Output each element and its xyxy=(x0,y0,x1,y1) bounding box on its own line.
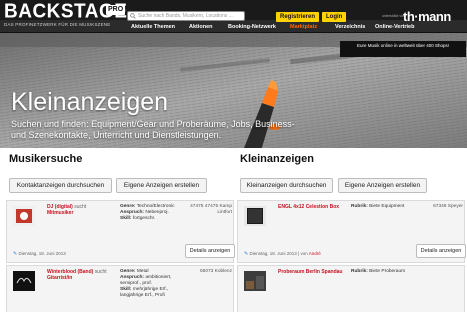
page: Kleinanzeigen Suchen und finden: Equipme… xyxy=(0,0,467,312)
pin-icon: ✎ xyxy=(244,251,249,257)
ad-location: 56073 Koblenz xyxy=(199,269,232,274)
genre-value: Metal xyxy=(136,269,149,274)
kleinanzeigen-durchsuchen-button[interactable]: Kleinanzeigen durchsuchen xyxy=(240,178,333,193)
ad-date: ✎ Dienstag, 18. Juni 2013 xyxy=(13,251,66,257)
ad-thumbnail[interactable] xyxy=(13,206,35,226)
logo-tagline: DAS PROFINETZWERK FÜR DIE MUSIKSZENE xyxy=(4,22,111,27)
search-placeholder: Suche nach Bands, Musikern, Locations ..… xyxy=(138,13,233,19)
ad-title[interactable]: Proberaum Berlin Spandau xyxy=(278,269,350,275)
ad-wanted[interactable]: Mitmusiker xyxy=(47,210,73,216)
ad-details: Genre: Techno/Electronic Anspruch: Neben… xyxy=(120,204,182,222)
ad-date: ✎ Dienstag, 18. Juni 2013 | von André xyxy=(244,251,321,257)
ad-details: Rubrik: Biete Equipment xyxy=(351,204,413,210)
logo-pro-badge: PRO xyxy=(106,5,126,15)
ad-wanted[interactable]: Gitarrist/in xyxy=(47,275,72,281)
hero-description: Suchen und finden: Equipment/Gear und Pr… xyxy=(11,119,295,140)
nav-booking-netzwerk[interactable]: Booking-Netzwerk xyxy=(228,21,276,33)
band-avatar-image xyxy=(13,271,35,291)
rubrik-label: Rubrik: xyxy=(351,269,368,274)
genre-label: Genre: xyxy=(120,204,136,209)
skill-label: Skill: xyxy=(120,216,132,221)
musiker-ad-card[interactable]: Winterblood (Band) sucht Gitarrist/in Ge… xyxy=(6,265,234,312)
musikersuche-title: Musikersuche xyxy=(9,153,83,165)
ad-date-text: Dienstag, 18. Juni 2013 xyxy=(18,251,66,256)
ad-details: Rubrik: Biete Proberaum xyxy=(351,269,413,275)
kleinanzeige-card[interactable]: ENGL 4x12 Celestion Box Rubrik: Biete Eq… xyxy=(237,200,466,263)
kleinanzeigen-title: Kleinanzeigen xyxy=(240,153,314,165)
dj-avatar-image xyxy=(13,206,35,226)
anspruch-label: Anspruch: xyxy=(120,210,144,215)
ad-by-prefix: von xyxy=(300,251,308,256)
anspruch-label: Anspruch: xyxy=(120,275,144,280)
ad-thumbnail[interactable] xyxy=(244,206,266,226)
kleinanzeige-card[interactable]: Proberaum Berlin Spandau Rubrik: Biete P… xyxy=(237,265,465,312)
ad-thumbnail[interactable] xyxy=(244,271,266,291)
rubrik-label: Rubrik: xyxy=(351,204,368,209)
rubrik-value: Biete Proberaum xyxy=(369,269,406,274)
ad-details: Genre: Metal Anspruch: ambitioniert, sem… xyxy=(120,269,182,299)
nav-online-vertrieb[interactable]: Online-Vertrieb xyxy=(375,21,414,33)
ad-location: 67346 Speyer xyxy=(433,204,463,209)
ad-item-title[interactable]: ENGL 4x12 Celestion Box xyxy=(278,204,339,210)
anspruch-value: Nebenproj. xyxy=(145,210,169,215)
nav-aktionen[interactable]: Aktionen xyxy=(189,21,213,33)
kontaktanzeigen-durchsuchen-button[interactable]: Kontaktanzeigen durchsuchen xyxy=(9,178,112,193)
ad-item-title[interactable]: Proberaum Berlin Spandau xyxy=(278,269,342,275)
nav-aktuelle-themen[interactable]: Aktuelle Themen xyxy=(131,21,175,33)
search-icon xyxy=(130,13,136,19)
musiker-ad-card[interactable]: DJ (digital) sucht Mitmusiker Genre: Tec… xyxy=(6,200,235,263)
rubrik-value: Biete Equipment xyxy=(369,204,405,209)
pin-icon: ✎ xyxy=(13,251,18,257)
nav-verzeichnis[interactable]: Verzeichnis xyxy=(335,21,365,33)
genre-label: Genre: xyxy=(120,269,136,274)
sponsor-caption: unterstützt von xyxy=(382,14,405,18)
genre-value: Techno/Electronic xyxy=(136,204,175,209)
ad-date-text: Dienstag, 18. Juni 2013 xyxy=(249,251,297,256)
site-logo[interactable]: BACKSTAGE PRO DAS PROFINETZWERK FÜR DIE … xyxy=(4,2,128,30)
ad-title[interactable]: ENGL 4x12 Celestion Box xyxy=(278,204,350,210)
ad-location: 47475 47475 Kamp Lintfort xyxy=(190,204,232,215)
details-button[interactable]: Details anzeigen xyxy=(416,244,466,258)
ad-verb: sucht xyxy=(74,204,87,210)
proberaum-image xyxy=(244,271,266,291)
ad-verb: sucht xyxy=(94,269,107,275)
speaker-box-image xyxy=(244,206,266,226)
search-input[interactable]: Suche nach Bands, Musikern, Locations ..… xyxy=(127,11,245,21)
hero-title: Kleinanzeigen xyxy=(11,88,169,116)
nav-marktplatz[interactable]: Marktplatz xyxy=(290,21,317,33)
details-button[interactable]: Details anzeigen xyxy=(185,244,235,258)
ad-author-link[interactable]: André xyxy=(309,251,321,256)
musikersuche-eigene-anzeigen-button[interactable]: Eigene Anzeigen erstellen xyxy=(116,178,207,193)
ad-thumbnail[interactable] xyxy=(13,271,35,291)
skill-value: fortgeschr. xyxy=(132,216,156,221)
promo-box[interactable]: Eure Musik online in weltweit über 400 S… xyxy=(340,41,466,57)
skill-label: Skill: xyxy=(120,287,132,292)
ad-title[interactable]: Winterblood (Band) sucht Gitarrist/in xyxy=(47,269,119,281)
kleinanzeigen-eigene-anzeigen-button[interactable]: Eigene Anzeigen erstellen xyxy=(338,178,427,193)
ad-title[interactable]: DJ (digital) sucht Mitmusiker xyxy=(47,204,119,216)
